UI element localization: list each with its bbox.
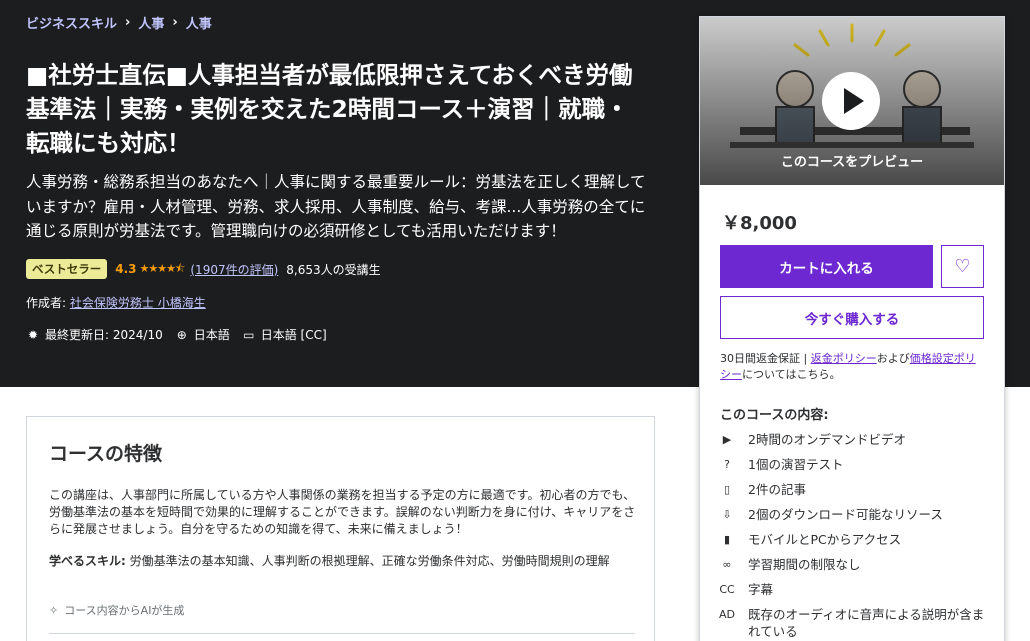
skills-line: 学べるスキル: 労働基準法の基本知識、人事判断の根拠理解、正確な労働条件対応、労…: [49, 553, 639, 570]
include-item: ▶ 2時間のオンデマンドビデオ: [720, 431, 990, 448]
course-subtitle: 人事労務・総務系担当のあなたへ｜人事に関する最重要ルール：労基法を正しく理解して…: [26, 173, 646, 240]
last-updated: 最終更新日: 2024/10: [45, 328, 163, 342]
refund-policy-link[interactable]: 返金ポリシー: [811, 352, 877, 365]
include-item-label: 2時間のオンデマンドビデオ: [748, 432, 906, 447]
bestseller-badge: ベストセラー: [26, 259, 108, 279]
course-features-box: コースの特徴 この講座は、人事部門に所属している方や人事関係の業務を担当する予定…: [26, 416, 655, 641]
author-link[interactable]: 社会保険労務士 小橋海生: [70, 296, 206, 310]
course-title: ■社労士直伝■人事担当者が最低限押さえておくべき労働基準法｜実務・実例を交えた2…: [26, 61, 633, 157]
divider: [49, 633, 635, 634]
course-price: ￥8,000: [722, 213, 797, 234]
include-item-label: 1個の演習テスト: [748, 457, 844, 472]
features-title: コースの特徴: [49, 443, 163, 465]
play-icon[interactable]: [822, 72, 880, 130]
author-row: 作成者: 社会保険労務士 小橋海生: [26, 294, 206, 311]
mobile-icon: ▮: [723, 532, 731, 546]
sparkle-icon: ✧: [49, 603, 59, 617]
quiz-icon: ?: [724, 457, 730, 471]
audio-description-icon: AD: [719, 607, 735, 621]
include-item-label: 学習期間の制限なし: [748, 557, 861, 572]
includes-title: このコースの内容:: [720, 408, 829, 423]
captions-icon: CC: [719, 582, 735, 596]
features-description: この講座は、人事部門に所属している方や人事関係の業務を担当する予定の方に最適です…: [49, 488, 636, 536]
ai-note-text: コース内容からAIが生成: [64, 604, 185, 617]
captions-icon: ▭: [243, 327, 255, 342]
download-folder-icon: ⇩: [722, 507, 732, 521]
rating-row: ベストセラー 4.3 ★★★★⯪ (1907件の評価) 8,653人の受講生: [26, 259, 381, 279]
include-item: ⇩ 2個のダウンロード可能なリソース: [720, 506, 990, 523]
include-item: ▯ 2件の記事: [720, 481, 990, 498]
breadcrumb: ビジネススキル › 人事 › 人事: [26, 13, 212, 32]
alert-badge-icon: ✹: [27, 327, 39, 342]
include-item-label: 2個のダウンロード可能なリソース: [748, 507, 943, 522]
course-info-row: ✹ 最終更新日: 2024/10 ⊕ 日本語 ▭ 日本語 [CC]: [26, 326, 333, 343]
include-item-label: モバイルとPCからアクセス: [748, 532, 902, 547]
caption-languages: 日本語 [CC]: [260, 328, 327, 342]
course-preview[interactable]: このコースをプレビュー: [700, 17, 1004, 185]
include-item: ? 1個の演習テスト: [720, 456, 990, 473]
chevron-right-icon: ›: [125, 15, 131, 30]
infinity-icon: ∞: [722, 557, 732, 571]
preview-label: このコースをプレビュー: [780, 155, 924, 170]
purchase-sidebar: このコースをプレビュー ￥8,000 カートに入れる ♡ 今すぐ購入する 30日…: [699, 16, 1005, 641]
skills-list: 労働基準法の基本知識、人事判断の根拠理解、正確な労働条件対応、労働時間規則の理解: [125, 554, 610, 568]
skills-label: 学べるスキル:: [49, 554, 126, 568]
wishlist-heart-button[interactable]: ♡: [941, 245, 984, 288]
star-rating-icon: ★★★★⯪: [139, 261, 186, 275]
breadcrumb-item-hr-topic[interactable]: 人事: [186, 13, 212, 32]
breadcrumb-item-hr[interactable]: 人事: [138, 13, 164, 32]
rating-count-link[interactable]: (1907件の評価): [190, 261, 278, 278]
course-language: 日本語: [193, 328, 230, 342]
include-item-label: 既存のオーディオに音声による説明が含まれている: [748, 607, 985, 639]
include-item: AD 既存のオーディオに音声による説明が含まれている: [719, 606, 990, 640]
breadcrumb-item-business-skills[interactable]: ビジネススキル: [26, 13, 117, 32]
include-item-label: 2件の記事: [748, 482, 806, 497]
file-icon: ▯: [723, 482, 731, 496]
ai-generated-note: ✧ コース内容からAIが生成: [49, 602, 184, 618]
video-icon: ▶: [722, 432, 732, 446]
chevron-right-icon: ›: [172, 15, 178, 30]
include-item: ▮ モバイルとPCからアクセス: [720, 531, 990, 548]
globe-icon: ⊕: [176, 327, 187, 342]
include-item: ∞ 学習期間の制限なし: [720, 556, 990, 573]
author-prefix: 作成者:: [26, 296, 67, 310]
include-item-label: 字幕: [748, 582, 774, 597]
money-back-guarantee: 30日間返金保証 | 返金ポリシーおよび価格設定ポリシーについてはこちら。: [720, 352, 976, 381]
student-count: 8,653人の受講生: [286, 262, 381, 277]
buy-now-button[interactable]: 今すぐ購入する: [720, 296, 984, 339]
heart-icon: ♡: [954, 256, 971, 276]
includes-list: ▶ 2時間のオンデマンドビデオ? 1個の演習テスト ▯ 2件の記事 ⇩ 2個のダウンロード可…: [719, 431, 990, 641]
include-item: CC 字幕: [719, 581, 990, 598]
rating-value: 4.3: [115, 262, 137, 276]
add-to-cart-button[interactable]: カートに入れる: [720, 245, 933, 288]
